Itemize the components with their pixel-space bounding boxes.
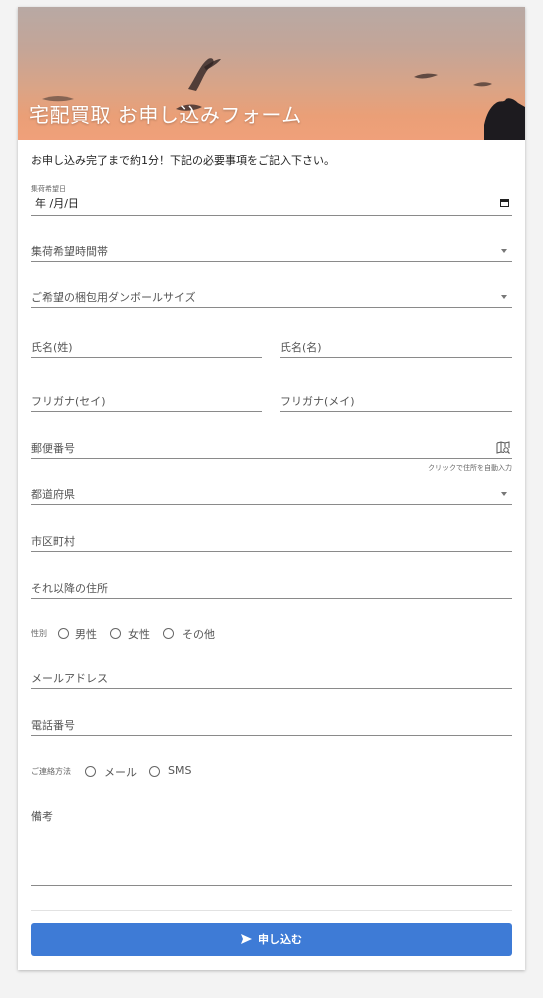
gender-radio-other[interactable] — [163, 628, 174, 639]
notes-textarea[interactable]: 備考 — [31, 805, 512, 886]
postal-autofill-hint: クリックで住所を自動入力 — [428, 464, 512, 472]
chevron-down-icon — [501, 249, 507, 253]
hero-banner: 宅配買取 お申し込みフォーム — [18, 7, 525, 140]
last-name-kana-placeholder: フリガナ(セイ) — [31, 395, 106, 408]
city-input[interactable]: 市区町村 — [31, 529, 512, 552]
postal-code-placeholder: 郵便番号 — [31, 442, 75, 455]
first-name-kana-placeholder: フリガナ(メイ) — [280, 395, 355, 408]
box-size-placeholder: ご希望の梱包用ダンボールサイズ — [31, 291, 196, 304]
address-input[interactable]: それ以降の住所 — [31, 576, 512, 599]
gender-option-male[interactable]: 男性 — [75, 626, 97, 642]
pickup-time-placeholder: 集荷希望時間帯 — [31, 245, 108, 258]
gender-radio-male[interactable] — [58, 628, 69, 639]
gender-option-other[interactable]: その他 — [182, 626, 215, 642]
contact-radio-email[interactable] — [85, 766, 96, 777]
contact-method-label: ご連絡方法 — [31, 767, 71, 776]
prefecture-placeholder: 都道府県 — [31, 488, 75, 501]
application-form-card: 宅配買取 お申し込みフォーム お申し込み完了まで約1分！下記の必要事項をご記入下… — [18, 7, 525, 970]
chevron-down-icon — [501, 295, 507, 299]
postal-code-input[interactable]: 郵便番号 — [31, 436, 512, 459]
pickup-time-select[interactable]: 集荷希望時間帯 — [31, 239, 512, 262]
contact-radio-sms[interactable] — [149, 766, 160, 777]
prefecture-select[interactable]: 都道府県 — [31, 482, 512, 505]
pickup-date-field[interactable]: 集荷希望日 年 /月/日 — [31, 184, 512, 216]
contact-option-email[interactable]: メール — [104, 764, 137, 780]
last-name-input[interactable]: 氏名(姓) — [31, 336, 262, 358]
contact-option-sms[interactable]: SMS — [168, 764, 191, 777]
address-placeholder: それ以降の住所 — [31, 582, 108, 595]
gender-radio-female[interactable] — [110, 628, 121, 639]
last-name-kana-input[interactable]: フリガナ(セイ) — [31, 389, 262, 412]
box-size-select[interactable]: ご希望の梱包用ダンボールサイズ — [31, 285, 512, 308]
submit-label: 申し込む — [258, 933, 302, 946]
email-input[interactable]: メールアドレス — [31, 666, 512, 689]
gender-label: 性別 — [31, 629, 47, 638]
intro-text: お申し込み完了まで約1分！下記の必要事項をご記入下さい。 — [31, 154, 335, 167]
pickup-date-value: 年 /月/日 — [35, 197, 79, 210]
city-placeholder: 市区町村 — [31, 535, 75, 548]
first-name-input[interactable]: 氏名(名) — [280, 336, 512, 358]
gender-option-female[interactable]: 女性 — [128, 626, 150, 642]
phone-input[interactable]: 電話番号 — [31, 713, 512, 736]
notes-placeholder: 備考 — [31, 810, 53, 823]
email-placeholder: メールアドレス — [31, 672, 108, 685]
submit-button[interactable]: 申し込む — [31, 923, 512, 956]
calendar-icon[interactable] — [500, 198, 509, 207]
last-name-placeholder: 氏名(姓) — [31, 341, 73, 354]
first-name-kana-input[interactable]: フリガナ(メイ) — [280, 389, 512, 412]
pickup-date-label: 集荷希望日 — [31, 185, 66, 193]
map-search-icon[interactable] — [496, 441, 510, 454]
form-divider — [31, 910, 512, 911]
page-title: 宅配買取 お申し込みフォーム — [29, 103, 302, 127]
phone-placeholder: 電話番号 — [31, 719, 75, 732]
first-name-placeholder: 氏名(名) — [280, 341, 322, 354]
chevron-down-icon — [501, 492, 507, 496]
send-icon — [241, 934, 252, 944]
